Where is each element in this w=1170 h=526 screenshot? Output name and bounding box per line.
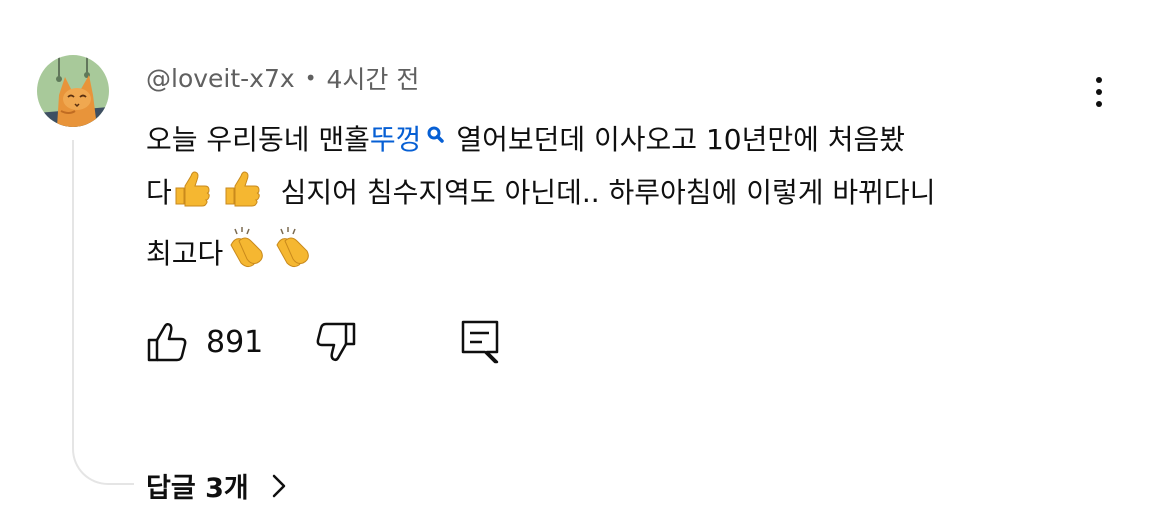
comment-text-part: 오늘 우리동네 맨홀 xyxy=(146,123,370,156)
replies-label: 답글 3개 xyxy=(146,473,249,504)
avatar[interactable] xyxy=(37,55,109,127)
comment-text-part: 열어보던데 이사오고 10년만에 처음봤 xyxy=(447,123,906,156)
search-link-label[interactable]: 뚜껑 xyxy=(370,123,422,156)
cat-avatar-icon xyxy=(37,55,109,127)
view-replies-button[interactable]: 답글 3개 xyxy=(146,466,287,505)
reply-button[interactable] xyxy=(459,318,503,366)
more-options-button[interactable] xyxy=(1082,70,1116,114)
comment-reply-icon xyxy=(462,320,499,364)
comment-actions: 891 xyxy=(146,318,503,366)
search-icon xyxy=(427,126,445,143)
comment-meta: @loveit-x7x • 4시간 전 xyxy=(146,60,419,96)
clapping-hands-icon xyxy=(269,225,315,286)
comment-text-part: 심지어 침수지역도 아닌데.. 하루아침에 이렇게 바뀌다니 xyxy=(271,176,936,209)
clapping-hands-icon xyxy=(223,225,269,286)
more-dot-icon xyxy=(1096,77,1102,83)
thumbs-up-outline-icon xyxy=(147,322,187,362)
like-button[interactable]: 891 xyxy=(146,320,263,364)
meta-separator: • xyxy=(304,66,317,90)
comment-text: 오늘 우리동네 맨홀뚜껑 열어보던데 이사오고 10년만에 처음봤 다 심지어 … xyxy=(146,114,1086,286)
dislike-button[interactable] xyxy=(313,320,357,364)
more-dot-icon xyxy=(1096,101,1102,107)
like-count: 891 xyxy=(206,324,264,360)
thumbs-up-icon xyxy=(172,166,222,225)
author-name[interactable]: @loveit-x7x xyxy=(146,64,295,93)
thread-connector xyxy=(72,140,134,485)
more-dot-icon xyxy=(1096,89,1102,95)
comment-text-part: 최고다 xyxy=(146,237,224,270)
search-link[interactable]: 뚜껑 xyxy=(370,123,448,156)
thumbs-down-outline-icon xyxy=(316,322,356,362)
thumbs-up-icon xyxy=(222,166,272,225)
comment-time[interactable]: 4시간 전 xyxy=(326,60,419,96)
chevron-right-icon xyxy=(272,474,285,497)
comment-text-part: 다 xyxy=(146,176,172,209)
